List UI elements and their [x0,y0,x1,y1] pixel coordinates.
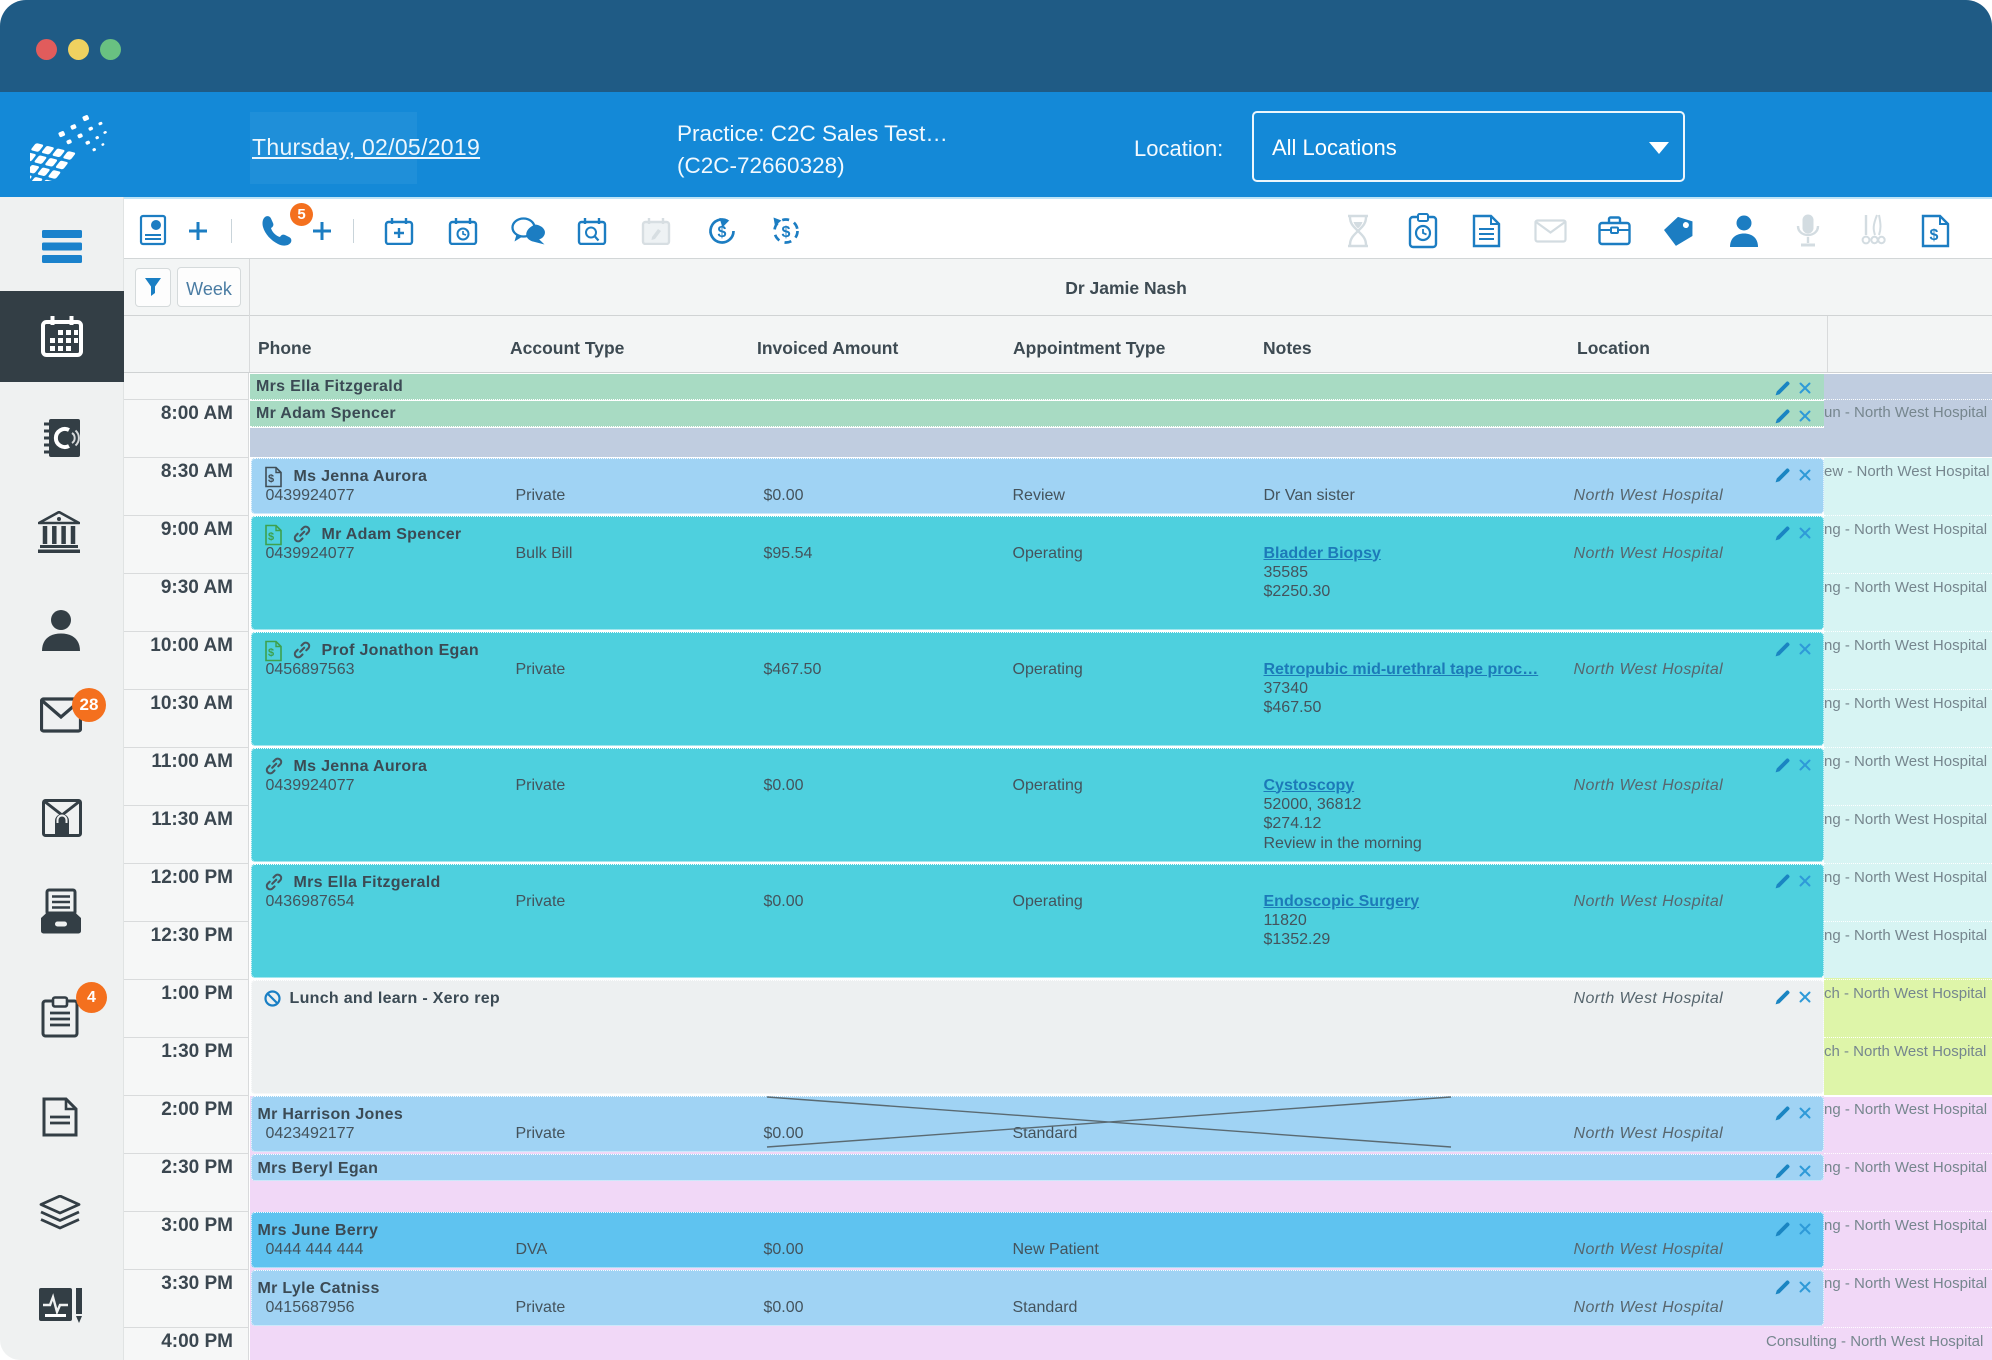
svg-text:$: $ [267,473,273,485]
svg-text:$: $ [267,531,273,543]
svg-text:$: $ [1930,227,1939,244]
svg-text:$: $ [267,647,273,659]
